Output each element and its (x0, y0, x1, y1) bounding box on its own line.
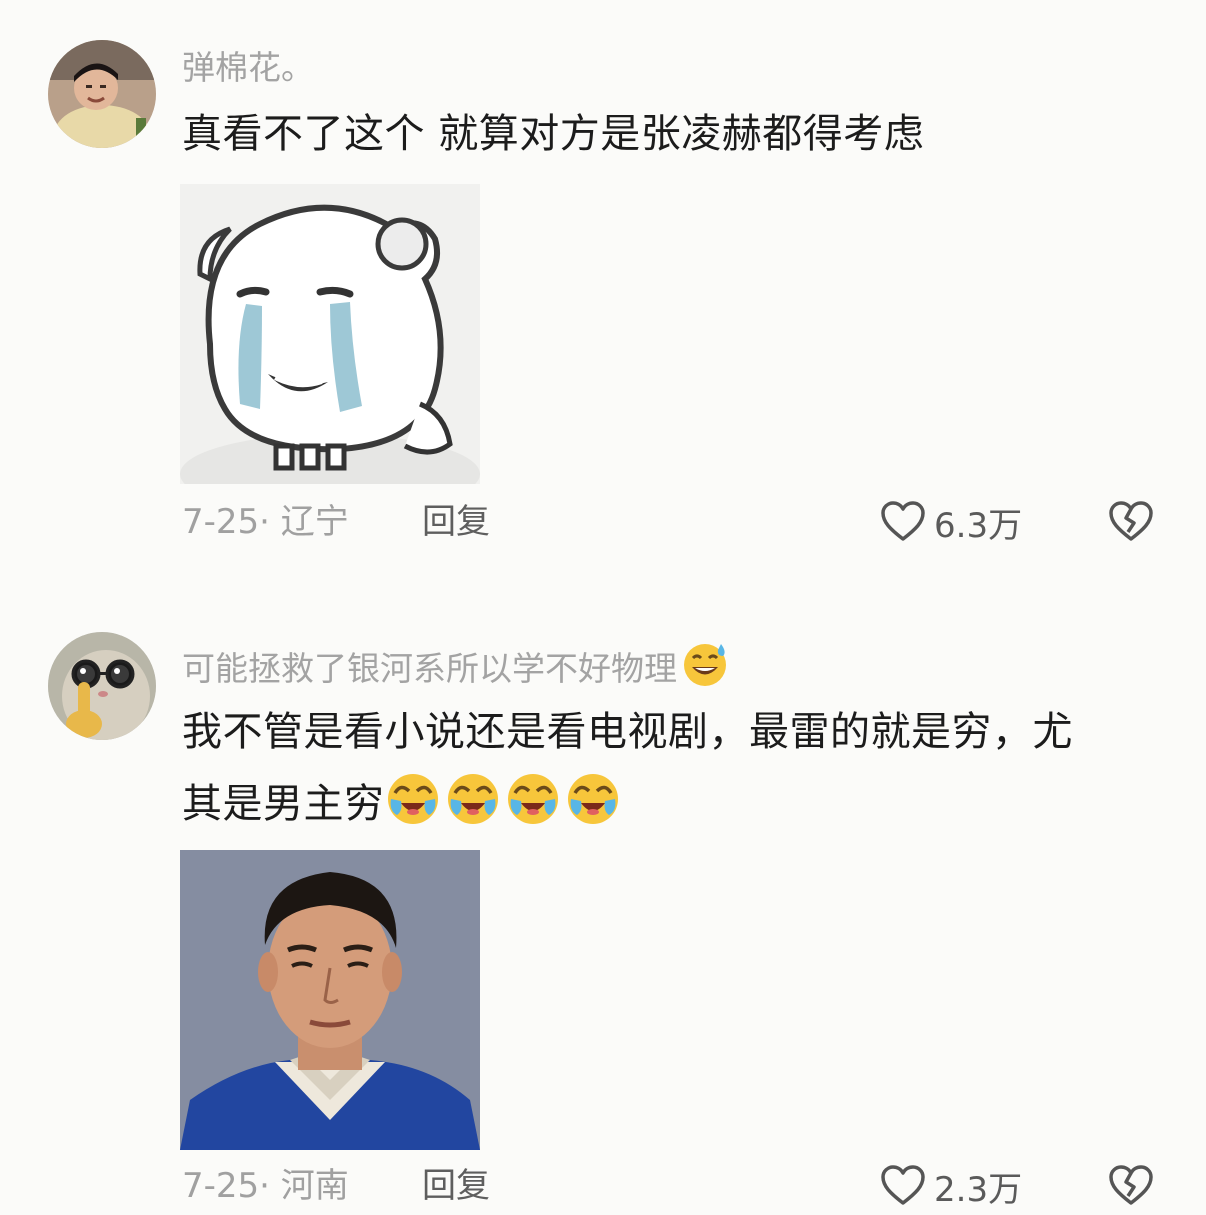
comment-item: 可能拯救了银河系所以学不好物理 我不管是看小说还是看电视剧，最雷的就是穷，尤 其… (0, 0, 1206, 1210)
sweat-smile-emoji (681, 640, 729, 688)
username[interactable]: 可能拯救了银河系所以学不好物理 (182, 640, 729, 689)
like-button[interactable]: 2.3万 (880, 1164, 1022, 1215)
broken-heart-icon (1109, 1165, 1153, 1205)
comment-text-line: 其是男主穷 (182, 768, 1162, 840)
like-count: 2.3万 (934, 1169, 1023, 1210)
crying-laughing-emoji (445, 771, 501, 827)
comment-image[interactable] (180, 850, 480, 1150)
crying-laughing-emoji (385, 771, 441, 827)
dislike-button[interactable] (1108, 1162, 1154, 1208)
comment-text: 我不管是看小说还是看电视剧，最雷的就是穷，尤 其是男主穷 (182, 696, 1162, 840)
heart-icon (880, 1164, 926, 1215)
user-avatar[interactable] (48, 632, 156, 740)
comment-text-line-2: 其是男主穷 (182, 781, 385, 827)
comment-text-line: 我不管是看小说还是看电视剧，最雷的就是穷，尤 (182, 709, 1073, 755)
crying-laughing-emoji (565, 771, 621, 827)
reply-button[interactable]: 回复 (422, 1166, 490, 1206)
comment-date-location: 7-25· 河南 (182, 1166, 349, 1206)
username-text: 可能拯救了银河系所以学不好物理 (182, 649, 677, 688)
crying-laughing-emoji (505, 771, 561, 827)
